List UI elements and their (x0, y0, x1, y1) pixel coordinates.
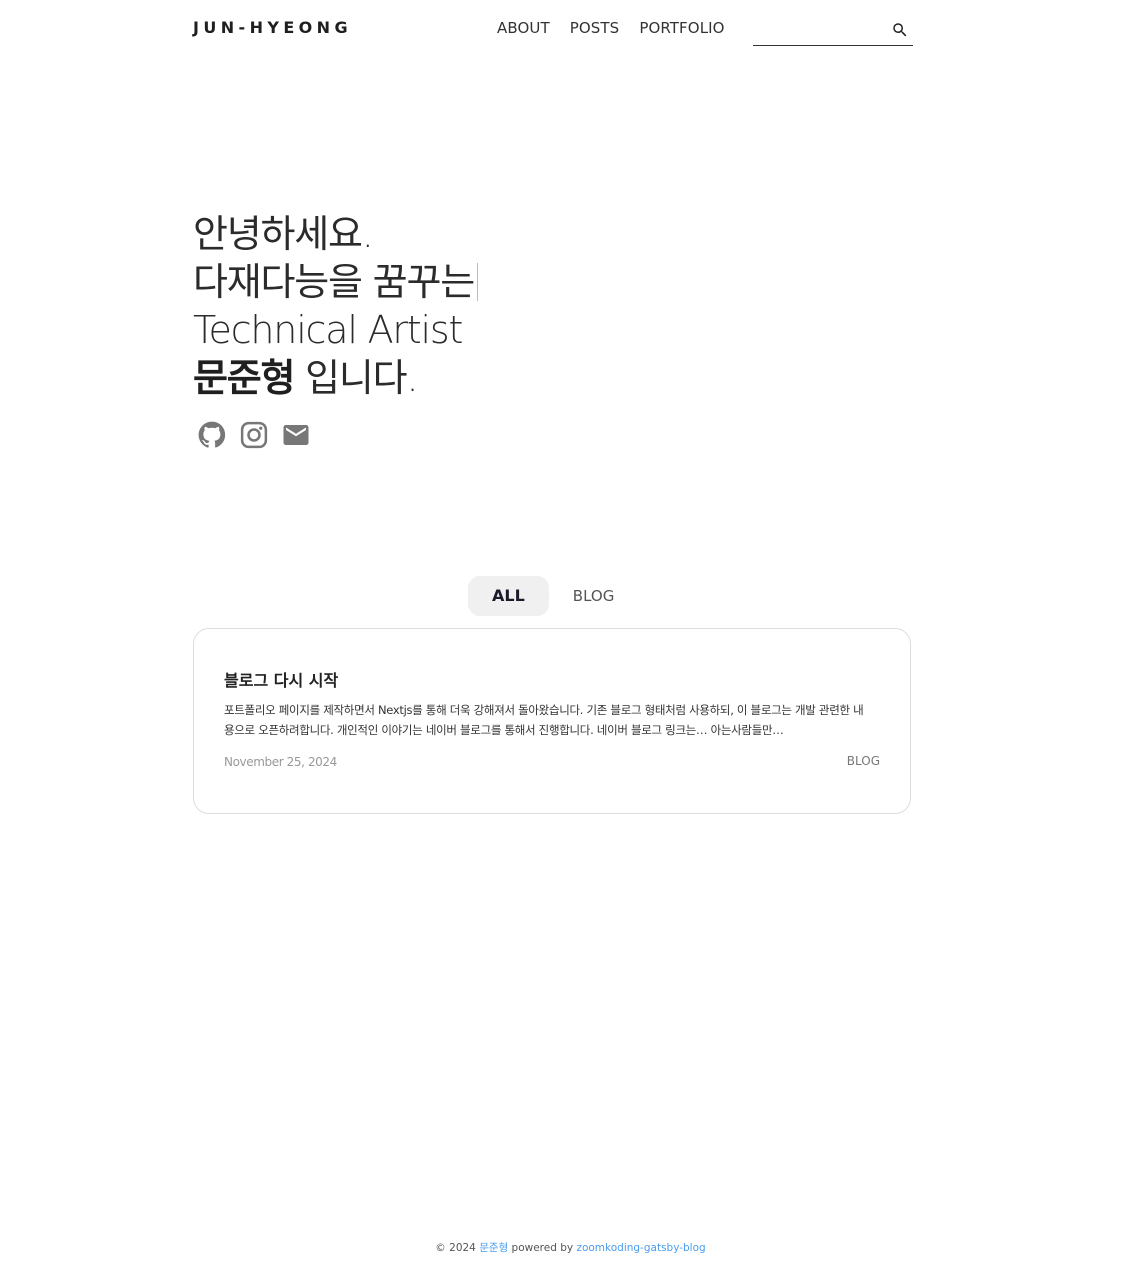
nav-portfolio[interactable]: PORTFOLIO (639, 19, 724, 37)
footer-author-link[interactable]: 문준형 (479, 1242, 508, 1254)
hero-introduction: 안녕하세요. 다재다능을 꿈꾸는 Technical Artist 문준형 입니… (193, 210, 913, 449)
search-icon[interactable] (891, 21, 909, 39)
post-date: November 25, 2024 (224, 755, 337, 769)
footer-theme-link[interactable]: zoomkoding-gatsby-blog (576, 1242, 705, 1254)
post-card[interactable]: 블로그 다시 시작 포트폴리오 페이지를 제작하면서 Nextjs를 통해 더욱… (193, 628, 911, 814)
post-excerpt: 포트폴리오 페이지를 제작하면서 Nextjs를 통해 더욱 강해져서 돌아왔습… (224, 703, 864, 737)
site-footer: © 2024 문준형 powered by zoomkoding-gatsby-… (0, 1240, 1141, 1255)
typing-cursor (476, 263, 478, 301)
hero-tagline: 다재다능을 꿈꾸는 (193, 258, 913, 306)
post-category: BLOG (846, 754, 880, 768)
tab-blog[interactable]: BLOG (549, 576, 639, 616)
search-input[interactable] (753, 16, 883, 44)
hero-name-suffix: 입니다. (294, 356, 418, 400)
search-box (753, 16, 913, 46)
site-logo[interactable]: JUN-HYEONG (193, 18, 352, 37)
main-nav: ABOUT POSTS PORTFOLIO (497, 19, 745, 37)
post-title: 블로그 다시 시작 (224, 671, 339, 690)
hero-name: 문준형 (193, 356, 295, 400)
nav-posts[interactable]: POSTS (570, 19, 620, 37)
site-header: JUN-HYEONG ABOUT POSTS PORTFOLIO (193, 0, 913, 60)
mail-icon[interactable] (281, 420, 311, 450)
social-links (197, 420, 311, 450)
hero-role: Technical Artist (193, 308, 463, 352)
github-icon[interactable] (197, 420, 227, 450)
tab-all[interactable]: ALL (468, 576, 549, 616)
instagram-icon[interactable] (239, 420, 269, 450)
category-tabs: ALL BLOG (468, 576, 638, 616)
hero-greeting: 안녕하세요. (193, 212, 374, 256)
footer-powered-by: powered by (508, 1242, 577, 1254)
hero-name-line: 문준형 입니다. (193, 354, 913, 402)
footer-copyright: © 2024 (435, 1242, 480, 1254)
hero-tagline-text: 다재다능을 꿈꾸는 (193, 260, 475, 304)
nav-about[interactable]: ABOUT (497, 19, 550, 37)
